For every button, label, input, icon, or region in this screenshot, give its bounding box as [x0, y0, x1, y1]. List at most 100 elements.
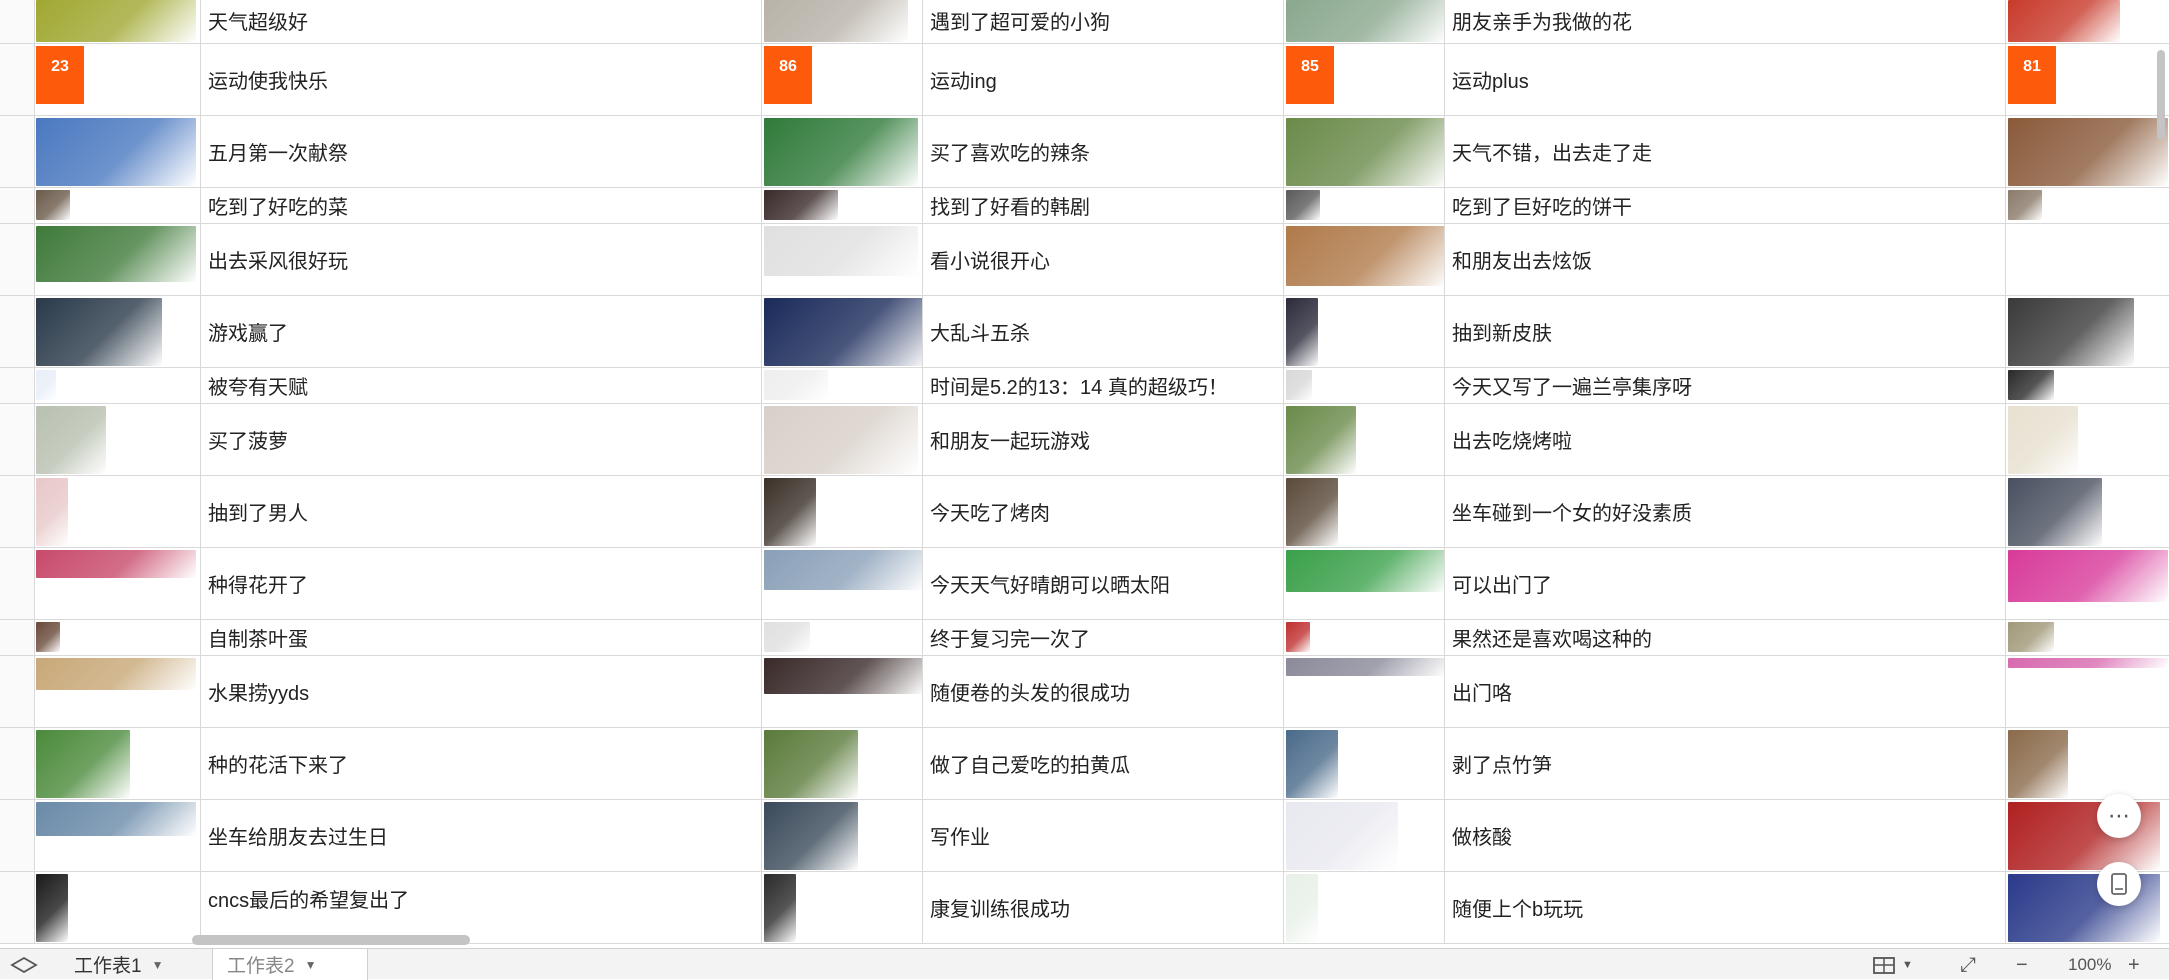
photo-thumbnail[interactable] [764, 298, 922, 366]
photo-thumbnail[interactable] [764, 478, 816, 546]
text-cell[interactable]: 康复训练很成功 [922, 872, 1284, 943]
photo-thumbnail[interactable] [36, 298, 162, 366]
layers-icon[interactable] [10, 951, 38, 979]
photo-thumbnail[interactable] [764, 874, 796, 942]
image-cell[interactable] [2006, 368, 2169, 403]
image-cell[interactable] [1284, 296, 1445, 367]
text-cell[interactable]: 坐车碰到一个女的好没素质 [1444, 476, 2006, 547]
text-cell[interactable]: 随便上个b玩玩 [1444, 872, 2006, 943]
image-cell[interactable] [762, 476, 923, 547]
view-layout-button[interactable]: ▼ [1872, 951, 1913, 979]
text-cell[interactable]: 天气不错，出去走了走 [1444, 116, 2006, 187]
text-cell[interactable]: 游戏赢了 [200, 296, 762, 367]
tab-sheet1[interactable]: 工作表1 ▼ [60, 949, 200, 980]
image-cell[interactable] [2006, 620, 2169, 655]
text-cell[interactable]: 随便卷的头发的很成功 [922, 656, 1284, 727]
image-cell[interactable] [34, 404, 201, 475]
image-cell[interactable] [34, 620, 201, 655]
image-cell[interactable]: 86 [762, 44, 923, 115]
image-cell[interactable] [34, 872, 201, 943]
photo-thumbnail[interactable] [2008, 0, 2120, 42]
photo-thumbnail[interactable] [36, 622, 60, 652]
row-header[interactable] [0, 224, 35, 295]
row-header[interactable] [0, 728, 35, 799]
image-cell[interactable] [762, 188, 923, 223]
photo-thumbnail[interactable] [2008, 298, 2134, 366]
photo-thumbnail[interactable] [764, 550, 922, 590]
row-header[interactable] [0, 656, 35, 727]
photo-thumbnail[interactable] [1286, 118, 1444, 186]
photo-thumbnail[interactable] [36, 370, 56, 400]
image-cell[interactable] [762, 872, 923, 943]
photo-thumbnail[interactable] [764, 802, 858, 870]
photo-thumbnail[interactable] [36, 0, 196, 42]
image-cell[interactable] [762, 548, 923, 619]
text-cell[interactable]: 和朋友出去炫饭 [1444, 224, 2006, 295]
text-cell[interactable]: 自制茶叶蛋 [200, 620, 762, 655]
text-cell[interactable]: 运动ing [922, 44, 1284, 115]
photo-thumbnail[interactable] [2008, 730, 2068, 798]
image-cell[interactable] [762, 0, 923, 43]
photo-thumbnail[interactable] [36, 730, 130, 798]
photo-thumbnail[interactable] [2008, 550, 2168, 602]
image-cell[interactable] [1284, 116, 1445, 187]
photo-thumbnail[interactable] [1286, 298, 1318, 366]
photo-thumbnail[interactable] [1286, 406, 1356, 474]
image-cell[interactable] [762, 728, 923, 799]
text-cell[interactable]: 果然还是喜欢喝这种的 [1444, 620, 2006, 655]
text-cell[interactable]: 抽到了男人 [200, 476, 762, 547]
text-cell[interactable]: 写作业 [922, 800, 1284, 871]
photo-thumbnail[interactable] [764, 118, 918, 186]
photo-thumbnail[interactable] [36, 658, 196, 690]
image-cell[interactable] [2006, 548, 2169, 619]
photo-thumbnail[interactable] [2008, 478, 2102, 546]
mobile-view-button[interactable] [2097, 862, 2141, 906]
text-cell[interactable]: 朋友亲手为我做的花 [1444, 0, 2006, 43]
row-header[interactable] [0, 620, 35, 655]
photo-thumbnail[interactable] [1286, 802, 1398, 870]
image-cell[interactable] [762, 296, 923, 367]
image-cell[interactable] [1284, 800, 1445, 871]
text-cell[interactable]: 买了菠萝 [200, 404, 762, 475]
text-cell[interactable]: 运动使我快乐 [200, 44, 762, 115]
photo-thumbnail[interactable] [1286, 730, 1338, 798]
photo-thumbnail[interactable] [36, 802, 196, 836]
image-cell[interactable] [762, 404, 923, 475]
text-cell[interactable]: 大乱斗五杀 [922, 296, 1284, 367]
photo-thumbnail[interactable] [764, 406, 918, 474]
image-cell[interactable] [762, 620, 923, 655]
image-cell[interactable] [1284, 548, 1445, 619]
photo-thumbnail[interactable] [2008, 370, 2054, 400]
image-cell[interactable] [34, 0, 201, 43]
image-cell[interactable] [1284, 224, 1445, 295]
photo-thumbnail[interactable] [764, 622, 810, 652]
text-cell[interactable]: 运动plus [1444, 44, 2006, 115]
spreadsheet-grid[interactable]: 天气超级好 遇到了超可爱的小狗 朋友亲手为我做的花 23 86 85 81 运动使我快乐 运动i… [0, 0, 2169, 948]
image-cell[interactable] [2006, 476, 2169, 547]
photo-thumbnail[interactable] [1286, 550, 1444, 592]
text-cell[interactable]: 今天又写了一遍兰亭集序呀 [1444, 368, 2006, 403]
image-cell[interactable] [34, 224, 201, 295]
photo-thumbnail[interactable] [2008, 622, 2054, 652]
row-header[interactable] [0, 872, 35, 943]
tab-sheet2[interactable]: 工作表2 ▼ [212, 949, 368, 980]
photo-thumbnail[interactable] [36, 226, 196, 282]
image-cell[interactable] [1284, 872, 1445, 943]
image-cell[interactable] [34, 368, 201, 403]
text-cell[interactable]: 找到了好看的韩剧 [922, 188, 1284, 223]
image-cell[interactable] [2006, 800, 2169, 871]
row-header[interactable] [0, 404, 35, 475]
photo-thumbnail[interactable] [36, 190, 70, 220]
photo-thumbnail[interactable] [764, 730, 858, 798]
image-cell[interactable] [1284, 188, 1445, 223]
text-cell[interactable]: 终于复习完一次了 [922, 620, 1284, 655]
image-cell[interactable] [762, 368, 923, 403]
image-cell[interactable] [1284, 368, 1445, 403]
photo-thumbnail[interactable] [1286, 370, 1312, 400]
text-cell[interactable]: 抽到新皮肤 [1444, 296, 2006, 367]
photo-thumbnail[interactable] [764, 658, 922, 694]
text-cell[interactable]: 出去吃烧烤啦 [1444, 404, 2006, 475]
photo-thumbnail[interactable] [36, 406, 106, 474]
photo-thumbnail[interactable] [1286, 226, 1444, 286]
text-cell[interactable]: 水果捞yyds [200, 656, 762, 727]
